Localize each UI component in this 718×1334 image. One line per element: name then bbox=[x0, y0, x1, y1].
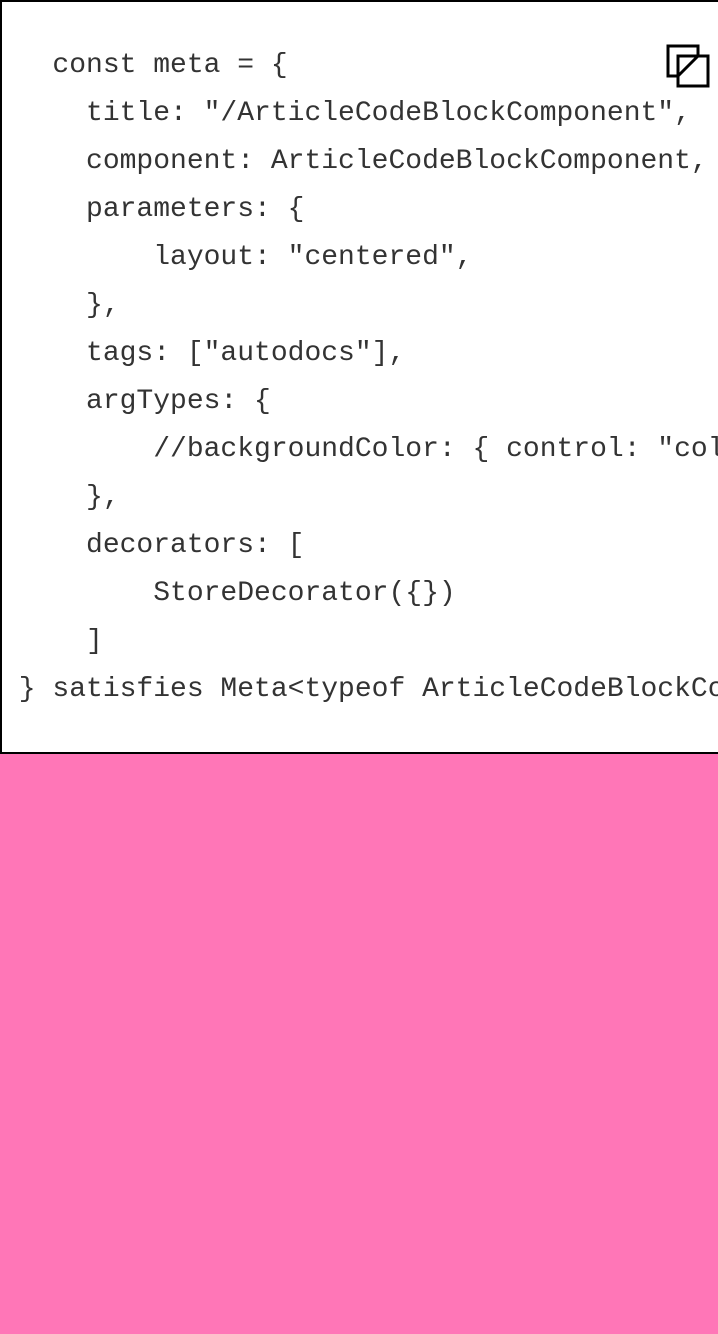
code-line: }, bbox=[2, 482, 120, 513]
code-line: } satisfies Meta<typeof ArticleCodeBlock… bbox=[18, 674, 718, 705]
code-line: title: "/ArticleCodeBlockComponent", bbox=[2, 98, 691, 129]
code-line: //backgroundColor: { control: "color" }, bbox=[153, 434, 718, 465]
code-line: decorators: [ bbox=[2, 530, 305, 561]
copy-button[interactable] bbox=[664, 42, 712, 90]
code-block: const meta = { title: "/ArticleCodeBlock… bbox=[0, 0, 718, 754]
code-content: const meta = { title: "/ArticleCodeBlock… bbox=[2, 42, 718, 714]
code-line: ] bbox=[2, 626, 103, 657]
code-line: const meta = { bbox=[2, 50, 288, 81]
code-line: tags: ["autodocs"], bbox=[2, 338, 406, 369]
code-line: StoreDecorator({}) bbox=[2, 578, 456, 609]
page-background bbox=[0, 754, 718, 1334]
code-line: argTypes: { bbox=[2, 386, 271, 417]
code-line: layout: "centered", bbox=[2, 242, 473, 273]
code-line: component: ArticleCodeBlockComponent, bbox=[2, 146, 708, 177]
code-line: parameters: { bbox=[2, 194, 305, 225]
code-line: }, bbox=[2, 290, 120, 321]
copy-icon bbox=[666, 44, 710, 88]
